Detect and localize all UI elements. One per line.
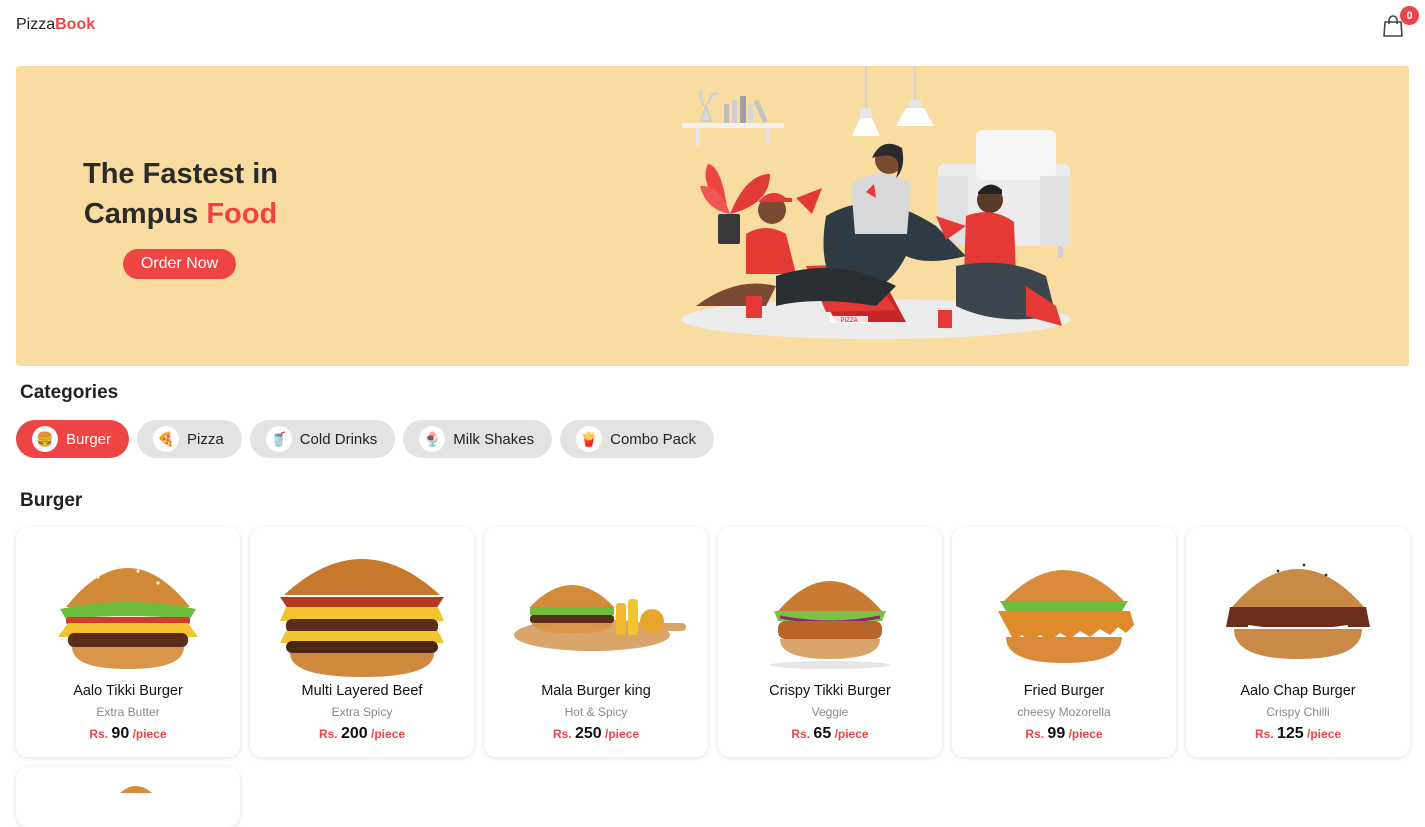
product-name: Multi Layered Beef bbox=[301, 683, 423, 699]
burger-image bbox=[280, 559, 444, 677]
burger-image bbox=[58, 565, 198, 669]
category-label: Cold Drinks bbox=[299, 430, 378, 448]
currency-label: Rs. bbox=[791, 727, 811, 741]
category-label: Pizza bbox=[187, 430, 224, 448]
currency-label: Rs. bbox=[1254, 727, 1274, 741]
product-card[interactable]: Crispy Tikki Burger Veggie Rs. 65 /piece bbox=[718, 527, 942, 757]
price-unit: /piece bbox=[132, 727, 167, 741]
hero-title-line2: Campus Food bbox=[78, 194, 283, 234]
product-card-partial[interactable] bbox=[16, 767, 240, 827]
combo-pack-icon: 🍟 bbox=[576, 426, 603, 452]
hero-title: The Fastest in Campus Food bbox=[78, 154, 283, 234]
product-price: Rs. 90 /piece bbox=[16, 725, 240, 743]
burger-image bbox=[120, 786, 152, 793]
top-navbar: PizzaBook 0 bbox=[0, 0, 1425, 52]
product-description: Extra Butter bbox=[96, 705, 160, 719]
section-heading-burger: Burger bbox=[20, 490, 83, 511]
product-price: Rs. 200 /piece bbox=[250, 725, 474, 743]
price-unit: /piece bbox=[1068, 727, 1103, 741]
price-value: 200 bbox=[340, 725, 368, 742]
category-label: Milk Shakes bbox=[453, 430, 535, 448]
product-card[interactable]: Mala Burger king Hot & Spicy Rs. 250 /pi… bbox=[484, 527, 708, 757]
price-value: 65 bbox=[813, 725, 832, 742]
hero-title-campus: Campus bbox=[83, 198, 207, 230]
burger-icon: 🍔 bbox=[32, 426, 58, 452]
category-chip-milk-shakes[interactable]: 🍨 Milk Shakes bbox=[403, 420, 553, 458]
product-description: cheesy Mozorella bbox=[1017, 705, 1111, 719]
price-unit: /piece bbox=[1307, 727, 1342, 741]
hero-title-line1: The Fastest in bbox=[83, 158, 278, 190]
currency-label: Rs. bbox=[318, 727, 338, 741]
product-card[interactable]: Aalo Chap Burger Crispy Chilli Rs. 125 /… bbox=[1186, 527, 1410, 757]
order-now-button[interactable]: Order Now bbox=[123, 249, 236, 279]
burger-image bbox=[998, 570, 1134, 663]
cart-count-badge: 0 bbox=[1400, 6, 1419, 25]
product-name: Mala Burger king bbox=[541, 683, 651, 699]
product-price: Rs. 65 /piece bbox=[718, 725, 942, 743]
currency-label: Rs. bbox=[89, 727, 109, 741]
price-unit: /piece bbox=[371, 727, 406, 741]
product-name: Aalo Tikki Burger bbox=[73, 683, 183, 699]
price-value: 99 bbox=[1047, 725, 1066, 742]
drink-bottle-icon: 🥤 bbox=[265, 426, 292, 452]
category-chip-combo-pack[interactable]: 🍟 Combo Pack bbox=[560, 420, 714, 458]
product-card[interactable]: Aalo Tikki Burger Extra Butter Rs. 90 /p… bbox=[16, 527, 240, 757]
hero-banner: The Fastest in Campus Food Order Now PIZ… bbox=[16, 66, 1409, 366]
category-list: 🍔 Burger 🍕 Pizza 🥤 Cold Drinks 🍨 Milk Sh… bbox=[16, 420, 714, 458]
product-description: Veggie bbox=[811, 705, 849, 719]
burger-image bbox=[1226, 563, 1370, 659]
burger-image bbox=[770, 581, 890, 669]
brand-name-part2: Book bbox=[55, 16, 96, 33]
product-description: Hot & Spicy bbox=[564, 705, 628, 719]
price-unit: /piece bbox=[834, 727, 869, 741]
pizza-icon: 🍕 bbox=[153, 426, 180, 452]
price-unit: /piece bbox=[605, 727, 640, 741]
price-value: 125 bbox=[1276, 725, 1304, 742]
product-price: Rs. 99 /piece bbox=[952, 725, 1176, 743]
brand-logo[interactable]: PizzaBook bbox=[16, 16, 95, 34]
hero-title-accent: Food bbox=[206, 198, 278, 230]
category-label: Burger bbox=[66, 430, 112, 448]
pizza-box-label: PIZZA bbox=[840, 318, 857, 324]
friends-eating-pizza-illustration: PIZZA bbox=[681, 66, 1071, 339]
burger-with-fries-image bbox=[514, 585, 686, 651]
milkshake-icon: 🍨 bbox=[419, 426, 446, 452]
currency-label: Rs. bbox=[552, 727, 572, 741]
product-card[interactable]: Multi Layered Beef Extra Spicy Rs. 200 /… bbox=[250, 527, 474, 757]
product-name: Aalo Chap Burger bbox=[1240, 683, 1356, 699]
currency-label: Rs. bbox=[1025, 727, 1045, 741]
price-value: 250 bbox=[574, 725, 602, 742]
category-chip-pizza[interactable]: 🍕 Pizza bbox=[137, 420, 242, 458]
category-chip-burger[interactable]: 🍔 Burger bbox=[16, 420, 130, 458]
product-description: Extra Spicy bbox=[331, 705, 393, 719]
product-price: Rs. 250 /piece bbox=[484, 725, 708, 743]
product-price: Rs. 125 /piece bbox=[1186, 725, 1410, 743]
categories-heading: Categories bbox=[20, 382, 119, 403]
brand-name-part1: Pizza bbox=[16, 16, 56, 33]
category-chip-cold-drinks[interactable]: 🥤 Cold Drinks bbox=[249, 420, 396, 458]
product-name: Crispy Tikki Burger bbox=[769, 683, 891, 699]
product-name: Fried Burger bbox=[1023, 683, 1105, 699]
product-description: Crispy Chilli bbox=[1266, 705, 1330, 719]
product-grid: Aalo Tikki Burger Extra Butter Rs. 90 /p… bbox=[16, 527, 1410, 757]
category-label: Combo Pack bbox=[610, 430, 696, 448]
product-card[interactable]: Fried Burger cheesy Mozorella Rs. 99 /pi… bbox=[952, 527, 1176, 757]
price-value: 90 bbox=[111, 725, 130, 742]
